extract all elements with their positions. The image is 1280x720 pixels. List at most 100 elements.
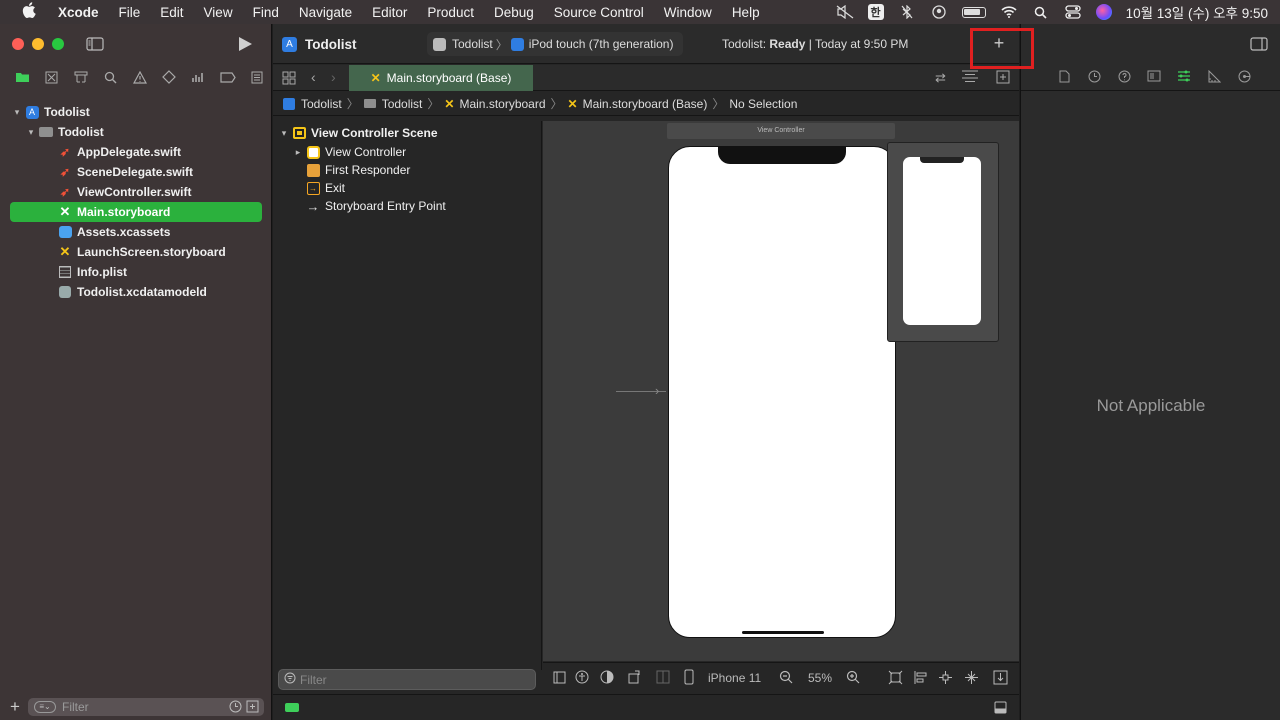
tree-row-file[interactable]: Assets.xcassets <box>0 222 272 242</box>
scene-title-bar[interactable]: View Controller <box>667 123 895 139</box>
add-file-icon[interactable]: + <box>10 697 20 717</box>
add-editor-icon[interactable] <box>996 70 1010 87</box>
menu-help[interactable]: Help <box>732 5 760 20</box>
menu-window[interactable]: Window <box>664 5 712 20</box>
quick-help-icon[interactable] <box>1109 70 1139 86</box>
menu-editor[interactable]: Editor <box>372 5 407 20</box>
chevron-down-icon[interactable]: ▾ <box>26 127 36 138</box>
device-name[interactable]: iPhone 11 <box>708 671 761 685</box>
control-center-icon[interactable] <box>1064 5 1082 19</box>
appearance-icon[interactable] <box>600 670 614 687</box>
debug-panel-icon[interactable] <box>994 701 1007 717</box>
menu-find[interactable]: Find <box>253 5 279 20</box>
source-control-navigator-icon[interactable] <box>37 71 66 84</box>
menu-view[interactable]: View <box>204 5 233 20</box>
swap-arrows-icon[interactable]: ⇄ <box>935 70 946 86</box>
siri-icon[interactable] <box>1095 4 1112 20</box>
zoom-level[interactable]: 55% <box>808 671 832 685</box>
battery-icon[interactable] <box>961 6 986 18</box>
debug-area-toggle-icon[interactable] <box>285 703 299 712</box>
breadcrumb-selection[interactable]: No Selection <box>729 97 797 111</box>
breadcrumb-project[interactable]: Todolist <box>301 97 342 111</box>
back-arrow-icon[interactable]: ‹ <box>311 69 316 85</box>
symbol-navigator-icon[interactable] <box>67 71 96 84</box>
device-preview-frame[interactable] <box>887 142 999 342</box>
tree-row-file-selected[interactable]: ✕ Main.storyboard <box>10 202 262 222</box>
chevron-right-icon[interactable]: ▸ <box>293 147 303 158</box>
scheme-name[interactable]: Todolist <box>452 37 493 51</box>
scheme-selector[interactable]: Todolist 〉 iPod touch (7th generation) <box>427 32 684 56</box>
zoom-out-icon[interactable] <box>779 670 793 687</box>
apple-menu-icon[interactable] <box>18 2 40 22</box>
report-navigator-icon[interactable] <box>243 71 272 84</box>
minimize-window-button[interactable] <box>32 38 44 50</box>
menu-debug[interactable]: Debug <box>494 5 534 20</box>
navigator-filter-field[interactable]: ≡⌄ Filter <box>28 698 264 716</box>
input-source-icon[interactable]: 한 <box>867 4 884 20</box>
identity-inspector-icon[interactable] <box>1139 70 1169 85</box>
outline-scene-row[interactable]: ▾ View Controller Scene <box>273 123 541 143</box>
outline-toggle-icon[interactable] <box>553 671 566 687</box>
tree-row-group[interactable]: ▾ Todolist <box>0 122 272 142</box>
recent-files-icon[interactable] <box>229 700 242 716</box>
menubar-datetime[interactable]: 10월 13일 (수) 오후 9:50 <box>1126 2 1268 22</box>
wifi-icon[interactable] <box>1000 5 1018 19</box>
inspector-toggle-icon[interactable] <box>1250 37 1268 54</box>
outline-filter-field[interactable]: Filter <box>278 669 536 690</box>
close-window-button[interactable] <box>12 38 24 50</box>
bluetooth-off-icon[interactable] <box>898 5 916 19</box>
zoom-window-button[interactable] <box>52 38 64 50</box>
adjust-editor-icon[interactable] <box>961 69 979 86</box>
grid-icon[interactable] <box>282 71 296 88</box>
size-inspector-icon[interactable] <box>1199 69 1229 86</box>
destination-name[interactable]: iPod touch (7th generation) <box>529 37 674 51</box>
tree-row-project[interactable]: ▾ A Todolist <box>0 102 272 122</box>
spotlight-icon[interactable] <box>1032 5 1050 19</box>
tab-main-storyboard[interactable]: ✕ Main.storyboard (Base) <box>349 65 533 91</box>
filter-options-icon[interactable]: ≡⌄ <box>34 701 56 713</box>
update-frames-icon[interactable] <box>888 670 903 688</box>
sidebar-toggle-icon[interactable] <box>86 37 104 54</box>
tree-row-file[interactable]: Info.plist <box>0 262 272 282</box>
scm-filter-icon[interactable] <box>246 700 259 716</box>
menu-navigate[interactable]: Navigate <box>299 5 352 20</box>
issue-navigator-icon[interactable] <box>125 70 154 84</box>
menu-app-name[interactable]: Xcode <box>58 5 99 20</box>
outline-item[interactable]: First Responder <box>273 161 541 179</box>
tree-row-file[interactable]: ➶ ViewController.swift <box>0 182 272 202</box>
menu-source-control[interactable]: Source Control <box>554 5 644 20</box>
storyboard-canvas[interactable]: View Controller › <box>543 121 1019 661</box>
accessibility-icon[interactable] <box>575 670 589 687</box>
breadcrumb-file[interactable]: Main.storyboard <box>459 97 545 111</box>
orientation-icon[interactable] <box>627 670 641 687</box>
forward-arrow-icon[interactable]: › <box>331 69 336 85</box>
align-icon[interactable] <box>913 670 928 688</box>
outline-item[interactable]: → Storyboard Entry Point <box>273 197 541 215</box>
connections-inspector-icon[interactable] <box>1229 70 1259 86</box>
run-button[interactable] <box>237 36 253 55</box>
embed-in-icon[interactable] <box>993 670 1008 688</box>
add-constraints-icon[interactable] <box>938 670 953 688</box>
test-navigator-icon[interactable] <box>155 70 184 84</box>
breadcrumb-group[interactable]: Todolist <box>382 97 423 111</box>
chevron-down-icon[interactable]: ▾ <box>279 128 289 139</box>
find-navigator-icon[interactable] <box>96 71 125 84</box>
attributes-inspector-icon[interactable] <box>1169 70 1199 85</box>
device-phone-icon[interactable] <box>684 669 694 688</box>
breakpoint-navigator-icon[interactable] <box>213 71 242 83</box>
resolve-issues-icon[interactable] <box>964 670 979 688</box>
history-inspector-icon[interactable] <box>1079 70 1109 86</box>
menu-file[interactable]: File <box>119 5 141 20</box>
menu-product[interactable]: Product <box>427 5 474 20</box>
user-icon[interactable] <box>930 5 948 19</box>
tree-row-file[interactable]: ➶ SceneDelegate.swift <box>0 162 272 182</box>
breadcrumb-localization[interactable]: Main.storyboard (Base) <box>583 97 708 111</box>
outline-item[interactable]: ▸ View Controller <box>273 143 541 161</box>
tree-row-file[interactable]: Todolist.xcdatamodeld <box>0 282 272 302</box>
chevron-down-icon[interactable]: ▾ <box>12 107 22 118</box>
debug-navigator-icon[interactable] <box>184 71 213 84</box>
outline-item[interactable]: → Exit <box>273 179 541 197</box>
file-inspector-icon[interactable] <box>1049 70 1079 86</box>
zoom-in-icon[interactable] <box>846 670 860 687</box>
tree-row-file[interactable]: ✕ LaunchScreen.storyboard <box>0 242 272 262</box>
